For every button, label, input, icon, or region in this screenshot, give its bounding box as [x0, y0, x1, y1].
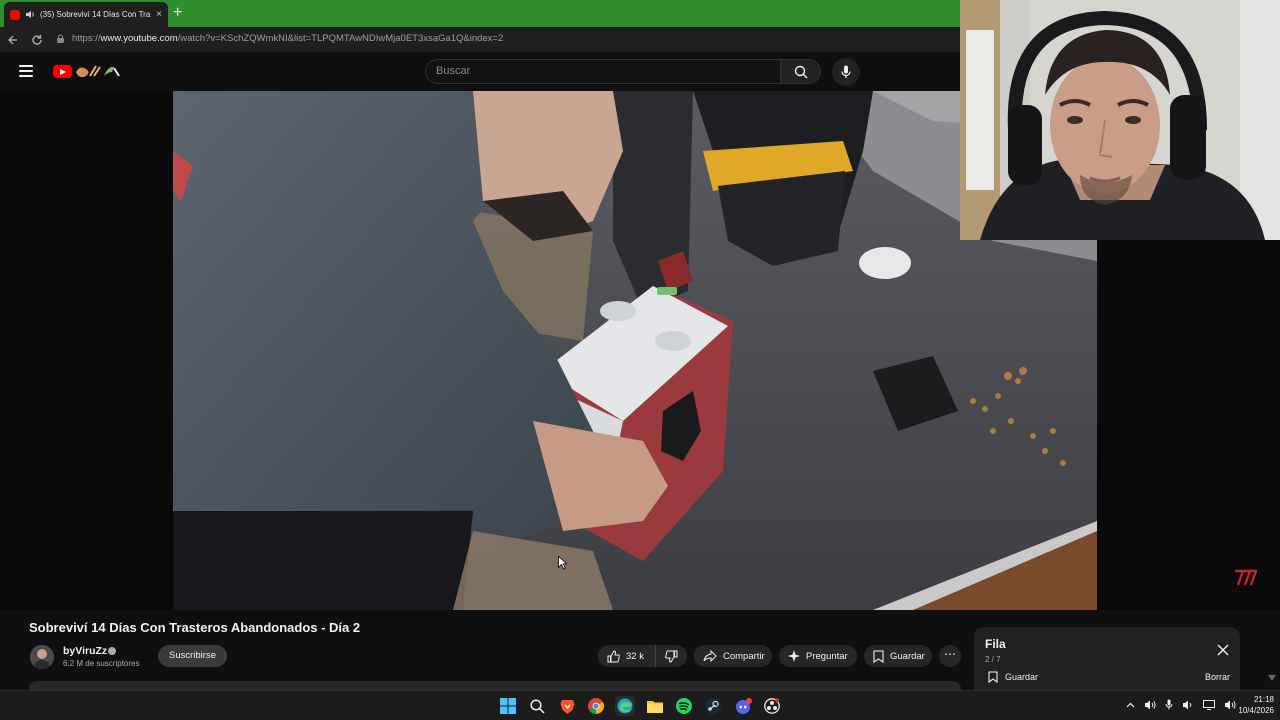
- ask-button[interactable]: Preguntar: [779, 645, 857, 667]
- more-actions-button[interactable]: ⋯: [939, 645, 961, 667]
- address-bar-row: https://www.youtube.com/watch?v=KSchZQWm…: [0, 27, 960, 52]
- subscribe-button[interactable]: Suscribirse: [158, 645, 227, 667]
- queue-panel: Fila 2 / 7 Guardar Borrar: [974, 627, 1240, 690]
- queue-title: Fila: [985, 637, 1006, 651]
- like-dislike-group: 32 k: [598, 645, 687, 667]
- steam-icon[interactable]: [703, 696, 723, 716]
- thumbs-down-icon: [665, 650, 678, 663]
- youtube-header: Buscar: [0, 52, 960, 91]
- clock-date: 10/4/2026: [1238, 706, 1274, 715]
- url-prefix: https://: [72, 33, 101, 44]
- site-info-icon[interactable]: [56, 34, 65, 44]
- like-count: 32 k: [626, 650, 644, 662]
- queue-save-button[interactable]: Guardar: [988, 671, 1038, 683]
- channel-watermark-icon[interactable]: [1233, 567, 1257, 589]
- chevron-up-icon[interactable]: [1126, 702, 1135, 708]
- url-domain: www.youtube.com: [100, 33, 178, 44]
- queue-position: 2 / 7: [985, 655, 1001, 664]
- bookmark-icon: [988, 671, 998, 683]
- share-label: Compartir: [723, 650, 765, 662]
- clock-time: 21:18: [1253, 695, 1274, 704]
- tab-title: (35) Sobreviví 14 Días Con Tra: [40, 10, 151, 19]
- close-icon[interactable]: [1217, 644, 1229, 656]
- like-button[interactable]: 32 k: [598, 645, 656, 667]
- share-icon: [703, 650, 717, 662]
- share-button[interactable]: Compartir: [694, 645, 772, 667]
- url-field[interactable]: https://www.youtube.com/watch?v=KSchZQWm…: [72, 33, 503, 44]
- save-button[interactable]: Guardar: [864, 645, 932, 667]
- description-box[interactable]: [29, 681, 961, 690]
- queue-save-label: Guardar: [1005, 672, 1039, 682]
- save-label: Guardar: [890, 650, 925, 662]
- spotify-icon[interactable]: [674, 696, 694, 716]
- bookmark-icon: [873, 649, 884, 663]
- browser-tab-youtube[interactable]: (35) Sobreviví 14 Días Con Tra ×: [4, 2, 168, 27]
- display-icon[interactable]: [1203, 699, 1215, 710]
- system-tray: [1126, 699, 1236, 710]
- search-button[interactable]: [781, 59, 821, 84]
- search-input[interactable]: Buscar: [425, 59, 781, 84]
- thumbs-up-icon: [607, 649, 620, 662]
- url-path: /watch?v=KSchZQWmkNI&list=TLPQMTAwNDIwMj…: [177, 33, 504, 44]
- back-icon[interactable]: [7, 34, 19, 46]
- microphone-icon[interactable]: [1165, 699, 1173, 710]
- dislike-button[interactable]: [656, 645, 687, 667]
- file-explorer-icon[interactable]: [645, 696, 665, 716]
- microphone-icon: [841, 65, 851, 78]
- video-title: Sobreviví 14 Días Con Trasteros Abandona…: [29, 620, 361, 635]
- webcam-overlay: [960, 0, 1280, 240]
- subscriber-count: 6.2 M de suscriptores: [63, 659, 140, 668]
- youtube-doodle-icon[interactable]: [74, 64, 122, 79]
- search-icon: [794, 65, 808, 79]
- voice-search-button[interactable]: [832, 58, 860, 86]
- channel-avatar[interactable]: [30, 645, 54, 669]
- brave-browser-icon[interactable]: [557, 696, 577, 716]
- taskbar-clock[interactable]: 21:18 10/4/2026: [1222, 694, 1274, 716]
- tab-audio-icon[interactable]: [25, 10, 35, 19]
- browser-tab-bar: (35) Sobreviví 14 Días Con Tra × +: [0, 0, 960, 27]
- windows-taskbar: 21:18 10/4/2026: [0, 690, 1280, 720]
- tab-close-icon[interactable]: ×: [156, 9, 162, 20]
- youtube-logo-icon[interactable]: [53, 65, 72, 78]
- mouse-pointer-icon: [558, 556, 567, 570]
- scroll-down-arrow-icon[interactable]: [1268, 675, 1276, 681]
- video-frame[interactable]: [173, 91, 1097, 610]
- speaker-icon[interactable]: [1144, 700, 1156, 710]
- obs-icon[interactable]: [762, 696, 782, 716]
- sparkle-icon: [788, 650, 800, 662]
- reload-icon[interactable]: [31, 34, 43, 46]
- edge-icon[interactable]: [615, 696, 635, 716]
- windows-start-icon[interactable]: [498, 696, 518, 716]
- ask-label: Preguntar: [806, 650, 848, 662]
- verified-badge-icon: [108, 647, 116, 655]
- channel-name[interactable]: byViruZz: [63, 645, 107, 657]
- new-tab-button[interactable]: +: [173, 4, 182, 22]
- avatar-image-icon: [30, 645, 54, 669]
- volume-icon[interactable]: [1182, 700, 1194, 710]
- hamburger-menu-icon[interactable]: [19, 65, 33, 77]
- search-icon[interactable]: [527, 696, 547, 716]
- queue-clear-button[interactable]: Borrar: [1205, 672, 1230, 682]
- discord-icon[interactable]: [733, 696, 753, 716]
- chrome-icon[interactable]: [586, 696, 606, 716]
- youtube-favicon-icon: [10, 9, 20, 20]
